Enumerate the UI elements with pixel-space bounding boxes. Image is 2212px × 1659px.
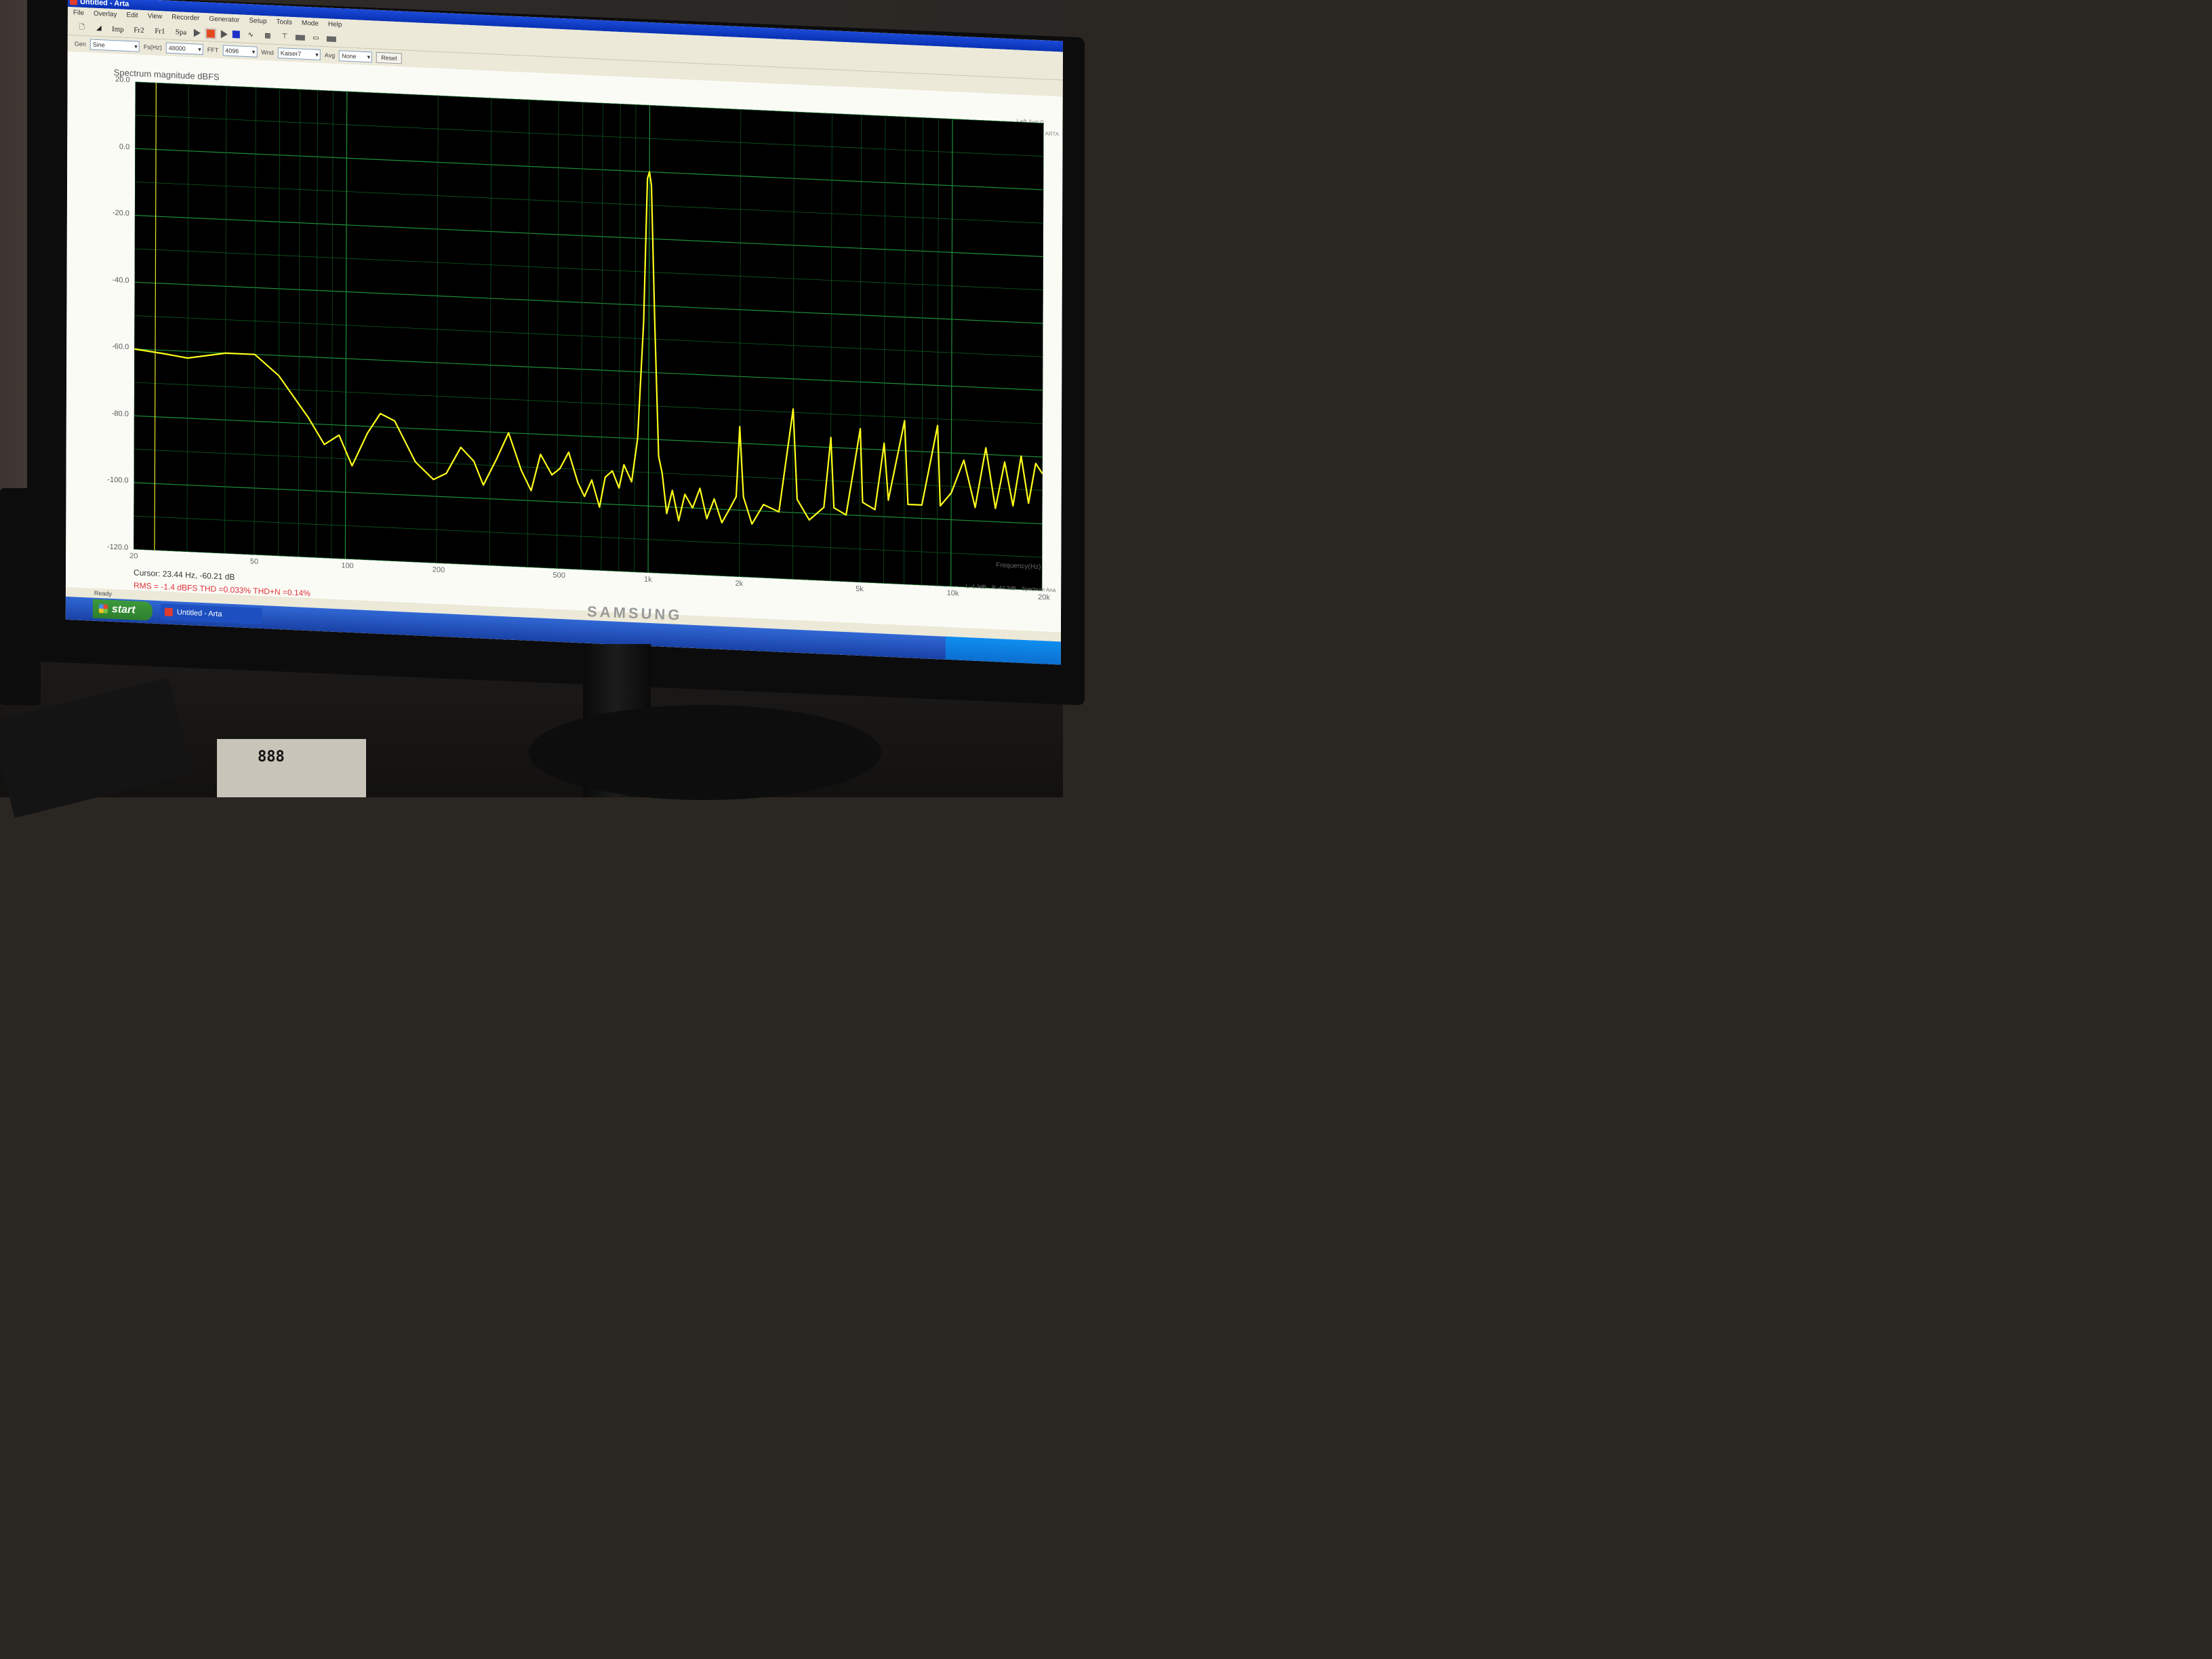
y-tick-label: 20.0	[115, 75, 130, 85]
record-bar-icon[interactable]	[326, 35, 336, 42]
wnd-label: Wnd	[261, 48, 274, 56]
spa-mode-button[interactable]: Spa	[173, 26, 189, 38]
avg-select[interactable]: None	[339, 50, 373, 63]
menu-view[interactable]: View	[148, 10, 163, 23]
grid-line-h	[134, 515, 1043, 558]
x-tick-label: 20k	[1038, 593, 1050, 602]
taskbar-item-arta[interactable]: Untitled - Arta	[160, 603, 262, 625]
status-text: Ready	[94, 589, 112, 597]
start-button[interactable]: start	[92, 599, 153, 621]
menu-recorder[interactable]: Recorder	[172, 12, 199, 25]
x-tick-label: 1k	[643, 575, 652, 584]
grid-line-h	[134, 215, 1043, 258]
grid-line-h	[134, 315, 1043, 357]
x-tick-label: 5k	[856, 584, 864, 594]
overlay-icon[interactable]: ▭	[310, 33, 322, 44]
menu-file[interactable]: File	[73, 7, 84, 20]
menu-setup[interactable]: Setup	[249, 15, 266, 28]
grid-line-h	[135, 181, 1044, 224]
left-level: L:-1.3dB	[965, 583, 986, 591]
seven-segment-display: 888	[258, 748, 285, 765]
play-icon[interactable]	[193, 28, 201, 37]
monitor-base	[529, 705, 881, 800]
window-title: Untitled - Arta	[79, 0, 129, 9]
fr2-mode-button[interactable]: Fr2	[131, 24, 147, 36]
fr1-mode-button[interactable]: Fr1	[152, 25, 168, 37]
arta-app-icon	[69, 0, 77, 5]
stop-icon[interactable]	[232, 31, 240, 39]
y-tick-label: -100.0	[107, 476, 129, 485]
spectrum-chart	[133, 81, 1044, 591]
x-tick-label: 2k	[735, 579, 744, 588]
grid-line-h	[135, 148, 1044, 191]
spectrum-series-line	[134, 171, 1043, 525]
cursor-readout: Cursor: 23.44 Hz, -60.21 dB	[134, 567, 235, 582]
y-tick-label: 0.0	[119, 142, 130, 151]
new-file-icon[interactable]: 🗋	[76, 22, 88, 33]
stop-record-icon[interactable]	[205, 27, 216, 39]
windows-flag-icon	[98, 604, 108, 614]
x-tick-label: 10k	[946, 588, 959, 598]
play-icon-2[interactable]	[220, 29, 228, 39]
open-file-icon[interactable]: ◢	[93, 22, 105, 34]
grid-line-h	[134, 382, 1043, 424]
menu-help[interactable]: Help	[328, 18, 342, 31]
grid-line-h	[134, 281, 1043, 324]
level-readouts: L:-1.3dB R:-44.2dB Spectrum Ana	[966, 583, 1056, 593]
taskbar-item-label: Untitled - Arta	[176, 608, 222, 619]
y-tick-label: -40.0	[112, 275, 129, 285]
x-tick-label: 200	[432, 565, 445, 575]
grid-line-h	[135, 115, 1044, 157]
grid-icon[interactable]: ▦	[262, 30, 274, 41]
x-tick-label: 50	[249, 557, 259, 566]
monitor-screen: Untitled - Arta File Overlay Edit View R…	[65, 0, 1063, 665]
menu-overlay[interactable]: Overlay	[94, 8, 117, 22]
menu-edit[interactable]: Edit	[126, 9, 138, 22]
x-tick-label: 100	[341, 561, 354, 571]
x-tick-label: 20	[129, 552, 138, 561]
menu-generator[interactable]: Generator	[209, 13, 239, 26]
y-tick-label: -80.0	[111, 409, 129, 418]
arta-task-icon	[164, 607, 173, 617]
right-level: R:-44.2dB	[991, 584, 1016, 592]
reset-button[interactable]: Reset	[376, 52, 402, 64]
y-tick-label: -60.0	[112, 342, 129, 352]
grid-line-h	[134, 248, 1043, 291]
gen-select[interactable]: Sine	[89, 39, 140, 52]
x-tick-label: 500	[552, 571, 565, 580]
arta-side-label: ARTA	[1045, 130, 1060, 138]
gen-label: Gen	[74, 40, 86, 48]
fs-label: Fs(Hz)	[143, 43, 162, 52]
mode-label: Spectrum Ana	[1021, 585, 1056, 594]
generator-icon[interactable]: ∿	[245, 29, 257, 41]
imp-mode-button[interactable]: Imp	[110, 23, 126, 35]
menu-mode[interactable]: Mode	[302, 18, 319, 31]
menu-tools[interactable]: Tools	[277, 16, 292, 29]
y-tick-label: -20.0	[112, 209, 129, 218]
start-label: start	[111, 603, 136, 616]
avg-label: Avg	[324, 52, 336, 59]
fft-label: FFT	[207, 46, 219, 54]
connect-icon[interactable]: ⊤	[279, 31, 291, 43]
bar-icon[interactable]	[295, 34, 305, 41]
spectrum-plot-area: Spectrum magnitude dBFS Left Avg:0 ARTA …	[65, 51, 1063, 633]
spectrum-plot[interactable]	[133, 81, 1044, 591]
grid-line-h	[134, 548, 1043, 591]
seven-segment-device: 888	[217, 739, 366, 797]
window-select[interactable]: Kaiser7	[277, 47, 321, 60]
fft-select[interactable]: 4096	[222, 45, 258, 58]
grid-line-h	[134, 348, 1043, 391]
fs-select[interactable]: 48000	[165, 42, 203, 56]
monitor-brand-logo: SAMSUNG	[586, 603, 683, 624]
y-tick-label: -120.0	[106, 542, 129, 553]
